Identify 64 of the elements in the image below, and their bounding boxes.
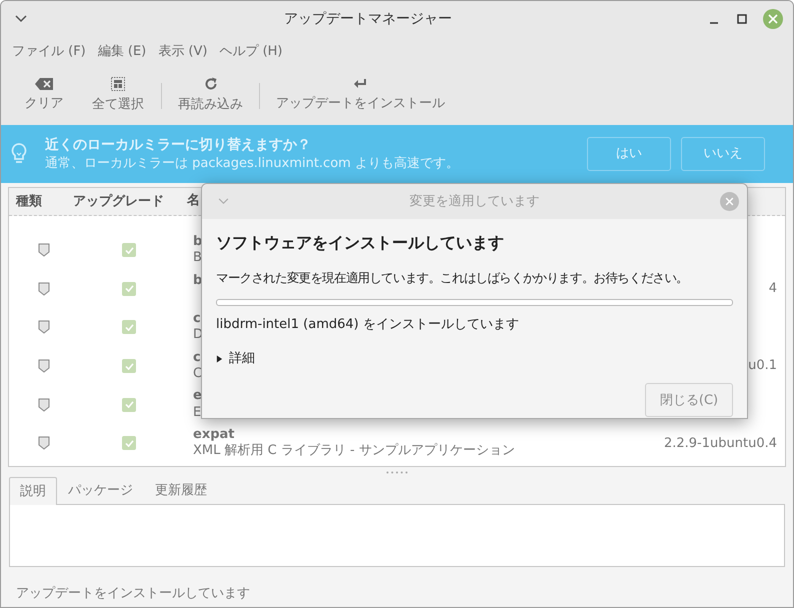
- checkbox[interactable]: [122, 359, 136, 374]
- package-name: b: [193, 272, 202, 288]
- shield-icon: [38, 359, 50, 374]
- dialog-message: マークされた変更を現在適用しています。これはしばらくかかります。お待ちください。: [216, 270, 688, 287]
- shield-icon: [38, 436, 50, 450]
- toolbar-button[interactable]: 全て選択: [81, 75, 155, 117]
- package-version: 4: [768, 281, 777, 296]
- status-text: アップデートをインストールしています: [15, 584, 251, 602]
- progress-status: libdrm-intel1 (amd64) をインストールしています: [216, 316, 519, 334]
- details-expander[interactable]: 詳細: [216, 348, 255, 368]
- column-header[interactable]: 名: [187, 193, 200, 208]
- checkbox[interactable]: [122, 320, 136, 334]
- expander-triangle-icon: [216, 354, 223, 363]
- checkbox[interactable]: [122, 436, 136, 450]
- menu-item[interactable]: 編集 (E): [92, 42, 152, 62]
- select-all-icon: [111, 77, 125, 92]
- package-description: E: [193, 404, 202, 420]
- splitter-handle-icon[interactable]: [386, 470, 408, 474]
- check-icon: [124, 246, 134, 254]
- check-icon: [124, 362, 134, 370]
- tab[interactable]: 説明: [9, 477, 57, 504]
- menu-chevron-icon[interactable]: [15, 15, 27, 23]
- tab[interactable]: パッケージ: [57, 477, 144, 504]
- check-icon: [124, 401, 134, 408]
- menu-item[interactable]: ヘルプ (H): [214, 42, 288, 62]
- package-version: 2.2.9-1ubuntu0.4: [664, 436, 777, 451]
- close-icon[interactable]: [720, 192, 739, 211]
- package-name: c: [193, 350, 201, 365]
- check-icon: [124, 285, 134, 292]
- menu-item[interactable]: 表示 (V): [153, 42, 212, 62]
- lightbulb-icon: [11, 143, 27, 165]
- toolbar-button[interactable]: クリア: [7, 76, 81, 116]
- clear-icon: [35, 78, 53, 90]
- checkbox[interactable]: [122, 398, 136, 412]
- tab[interactable]: 更新履歴: [144, 477, 218, 504]
- shield-icon: [38, 282, 50, 296]
- shield-icon: [38, 398, 50, 412]
- check-icon: [124, 440, 134, 447]
- close-icon[interactable]: [763, 9, 783, 29]
- dialog-heading: ソフトウェアをインストールしています: [216, 232, 504, 254]
- package-name: c: [193, 311, 201, 326]
- package-name: b: [193, 234, 202, 250]
- shield-icon: [38, 320, 50, 334]
- toolbar-button[interactable]: 再読み込み: [168, 75, 253, 117]
- checkbox[interactable]: [122, 282, 136, 296]
- refresh-icon: [204, 77, 218, 92]
- infobar-message: 通常、ローカルミラーは packages.linuxmint.com よりも高速です。: [45, 154, 460, 172]
- check-icon: [124, 324, 134, 331]
- maximize-icon[interactable]: [737, 14, 747, 24]
- shield-icon: [38, 243, 50, 258]
- dialog-title: 変更を適用しています: [408, 192, 540, 211]
- column-header[interactable]: 種類: [16, 192, 42, 212]
- checkbox[interactable]: [122, 243, 136, 258]
- toolbar-button[interactable]: アップデートをインストール: [266, 76, 455, 116]
- package-name: e: [193, 388, 202, 404]
- package-version: u0.1: [748, 358, 777, 374]
- infobar-title: 近くのローカルミラーに切り替えますか？: [45, 136, 312, 155]
- package-description: B: [193, 250, 202, 266]
- column-header[interactable]: アップグレード: [73, 192, 164, 212]
- package-name: expat: [193, 427, 234, 442]
- package-description: XML 解析用 C ライブラリ - サンプルアプリケーション: [193, 443, 515, 458]
- enter-icon: [354, 78, 368, 90]
- window-title: アップデートマネージャー: [283, 10, 453, 28]
- menu-item[interactable]: ファイル (F): [7, 42, 91, 62]
